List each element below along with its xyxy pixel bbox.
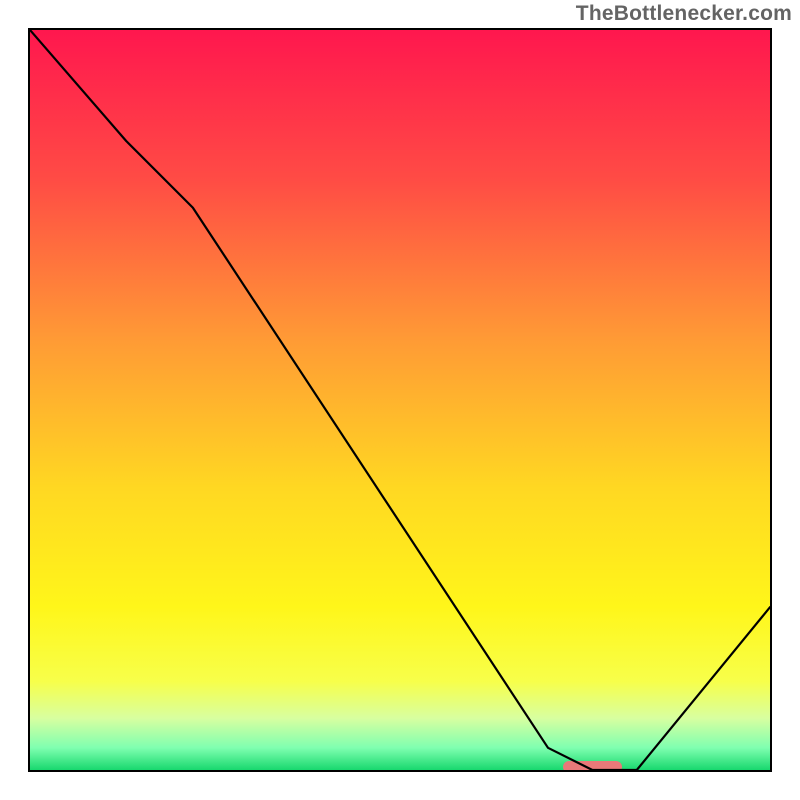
bottleneck-curve: [30, 30, 770, 770]
plot-area: [28, 28, 772, 772]
chart-canvas: TheBottlenecker.com: [0, 0, 800, 800]
attribution-link[interactable]: TheBottlenecker.com: [576, 2, 792, 26]
